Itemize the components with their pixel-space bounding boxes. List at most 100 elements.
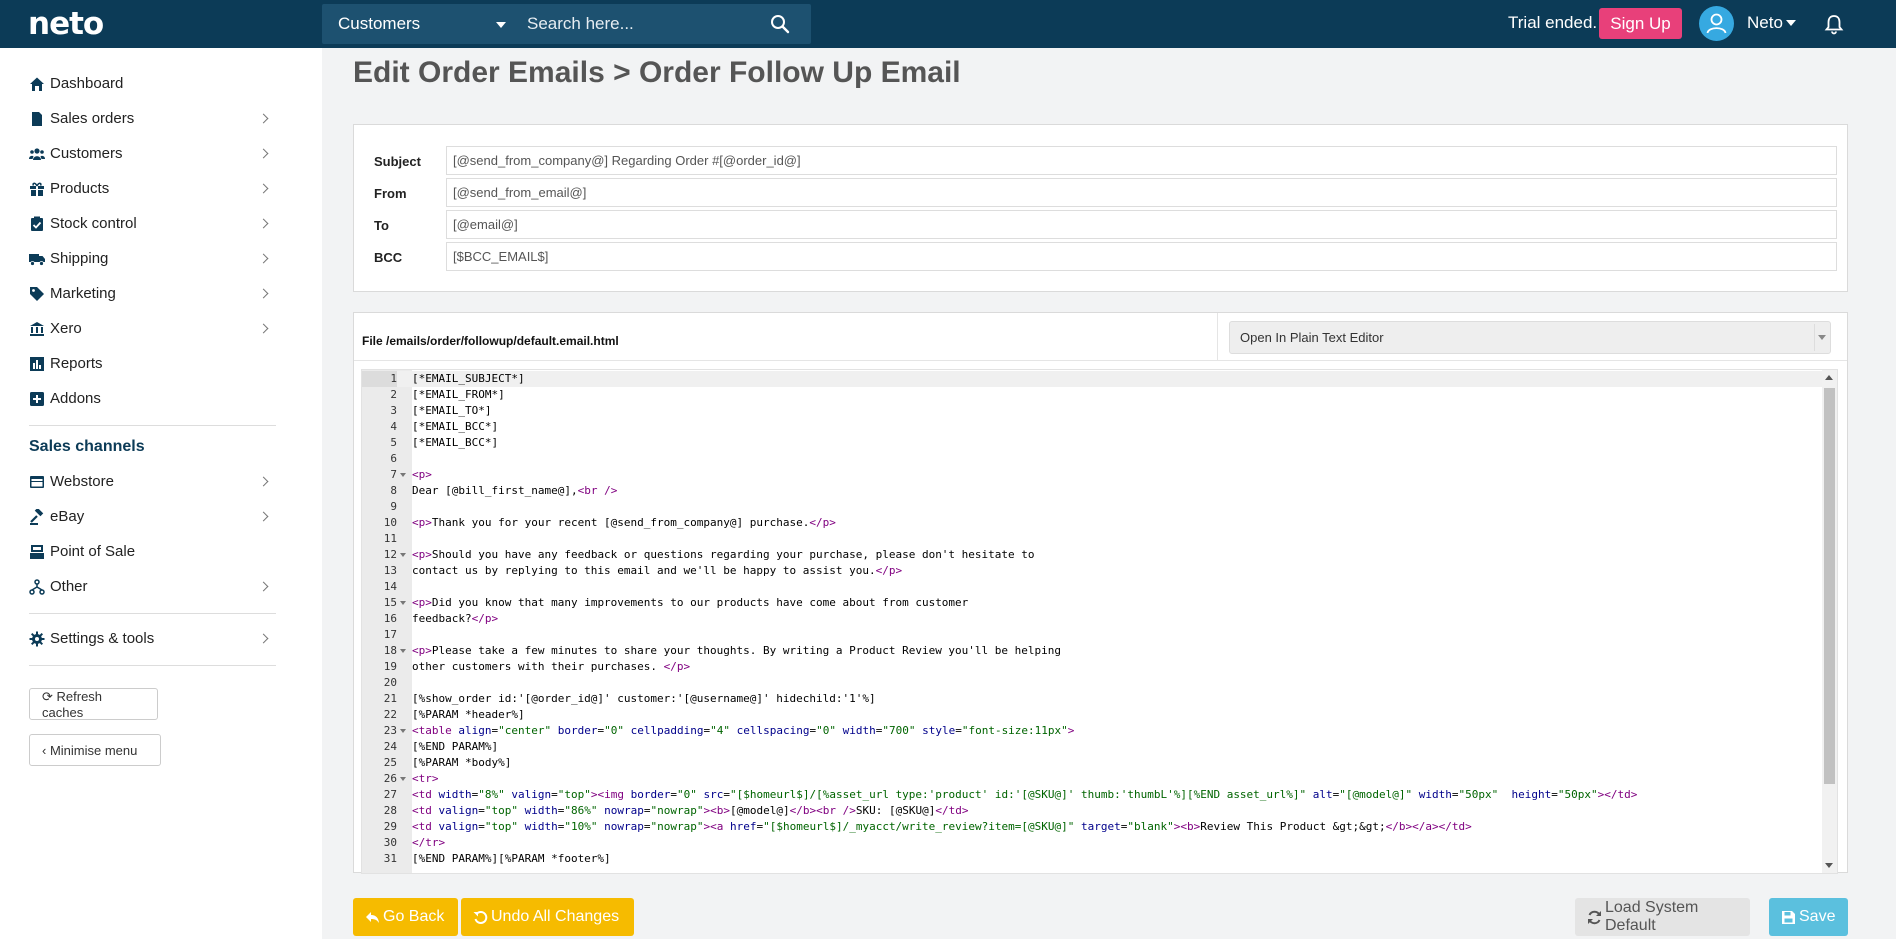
user-avatar-icon[interactable] <box>1699 6 1734 41</box>
sidebar-item-shipping[interactable]: Shipping <box>29 246 277 272</box>
sidebar-item-stock-control[interactable]: Stock control <box>29 211 277 237</box>
chevron-down-icon[interactable] <box>1786 20 1796 26</box>
panel-divider <box>354 360 1847 361</box>
code-text: [%END PARAM%][%PARAM *footer%] <box>412 852 611 865</box>
sidebar-item-label: eBay <box>50 508 85 525</box>
line-number: 12 <box>383 548 397 561</box>
search-scope-select[interactable]: Customers <box>322 4 520 44</box>
sidebar-item-label: Webstore <box>50 473 114 490</box>
line-number: 20 <box>383 676 397 689</box>
sidebar-item-label: Reports <box>50 355 103 372</box>
sidebar-item-customers[interactable]: Customers <box>29 141 277 167</box>
to-label: To <box>374 218 389 233</box>
code-line[interactable]: 16 feedback?</p> <box>362 611 1822 627</box>
undo-all-changes-button[interactable]: Undo All Changes <box>461 898 634 936</box>
line-number: 16 <box>383 612 397 625</box>
code-line[interactable]: 30 </tr> <box>362 835 1822 851</box>
code-line[interactable]: 13 contact us by replying to this email a… <box>362 563 1822 579</box>
code-line[interactable]: 23 <table align="center" border="0" cellp… <box>362 723 1822 739</box>
go-back-button[interactable]: Go Back <box>353 898 458 936</box>
fold-toggle-icon[interactable] <box>400 473 406 477</box>
sign-up-button[interactable]: Sign Up <box>1599 8 1682 39</box>
save-button[interactable]: Save <box>1769 898 1848 936</box>
scroll-down-icon[interactable] <box>1825 863 1833 868</box>
to-field[interactable] <box>446 210 1837 239</box>
search-icon[interactable] <box>770 14 790 34</box>
subject-field[interactable] <box>446 146 1837 175</box>
sidebar-item-reports[interactable]: Reports <box>29 351 277 377</box>
sidebar-item-webstore[interactable]: Webstore <box>29 469 277 495</box>
code-line[interactable]: 10 <p>Thank you for your recent [@send_fr… <box>362 515 1822 531</box>
code-line[interactable]: 29 <td valign="top" width="10%" nowrap="n… <box>362 819 1822 835</box>
code-line[interactable]: 22 [%PARAM *header%] <box>362 707 1822 723</box>
code-line[interactable]: 11 <box>362 531 1822 547</box>
search-input[interactable] <box>527 4 757 44</box>
code-text: [*EMAIL_TO*] <box>412 404 492 417</box>
sidebar-item-products[interactable]: Products <box>29 176 277 202</box>
chevron-right-icon <box>258 476 269 487</box>
sidebar-item-point-of-sale[interactable]: Point of Sale <box>29 539 277 565</box>
line-number: 25 <box>383 756 397 769</box>
sidebar-item-settings-tools[interactable]: Settings & tools <box>29 626 277 652</box>
code-line[interactable]: 1 [*EMAIL_SUBJECT*] <box>362 371 1822 387</box>
from-field[interactable] <box>446 178 1837 207</box>
sidebar-item-marketing[interactable]: Marketing <box>29 281 277 307</box>
code-line[interactable]: 2 [*EMAIL_FROM*] <box>362 387 1822 403</box>
code-line[interactable]: 19 other customers with their purchases. … <box>362 659 1822 675</box>
code-line[interactable]: 21 [%show_order id:'[@order_id@]' custome… <box>362 691 1822 707</box>
truck-icon <box>29 254 45 266</box>
code-line[interactable]: 25 [%PARAM *body%] <box>362 755 1822 771</box>
bell-icon[interactable] <box>1823 13 1845 35</box>
code-line[interactable]: 24 [%END PARAM%] <box>362 739 1822 755</box>
user-menu-name[interactable]: Neto <box>1747 13 1783 33</box>
sidebar-item-dashboard[interactable]: Dashboard <box>29 71 277 97</box>
code-line[interactable]: 3 [*EMAIL_TO*] <box>362 403 1822 419</box>
back-arrow-icon <box>366 912 379 923</box>
load-system-default-button[interactable]: Load System Default <box>1575 898 1750 936</box>
fold-toggle-icon[interactable] <box>400 553 406 557</box>
code-line[interactable]: 20 <box>362 675 1822 691</box>
code-line[interactable]: 5 [*EMAIL_BCC*] <box>362 435 1822 451</box>
bcc-field[interactable] <box>446 242 1837 271</box>
neto-logo[interactable]: neto <box>28 6 104 42</box>
scrollbar-thumb[interactable] <box>1824 388 1835 784</box>
undo-icon <box>473 911 488 924</box>
chevron-down-icon <box>1814 324 1828 351</box>
line-number: 6 <box>390 452 397 465</box>
refresh-caches-button[interactable]: ⟳ Refresh caches <box>29 688 158 720</box>
line-number: 18 <box>383 644 397 657</box>
code-line[interactable]: 8 Dear [@bill_first_name@],<br /> <box>362 483 1822 499</box>
code-line[interactable]: 28 <td valign="top" width="86%" nowrap="n… <box>362 803 1822 819</box>
code-text: [*EMAIL_BCC*] <box>412 436 499 449</box>
sidebar-item-label: Addons <box>50 390 101 407</box>
code-line[interactable]: 31 [%END PARAM%][%PARAM *footer%] <box>362 851 1822 867</box>
code-line[interactable]: 27 <td width="8%" valign="top"><img borde… <box>362 787 1822 803</box>
code-line[interactable]: 12 <p>Should you have any feedback or que… <box>362 547 1822 563</box>
code-line[interactable]: 4 [*EMAIL_BCC*] <box>362 419 1822 435</box>
line-number: 13 <box>383 564 397 577</box>
code-line[interactable]: 15 <p>Did you know that many improvements… <box>362 595 1822 611</box>
code-line[interactable]: 7 <p> <box>362 467 1822 483</box>
editor-mode-select[interactable]: Open In Plain Text Editor <box>1229 321 1831 354</box>
scroll-up-icon[interactable] <box>1825 375 1833 380</box>
fold-toggle-icon[interactable] <box>400 601 406 605</box>
bar-chart-icon <box>30 357 44 371</box>
code-editor[interactable]: 1 [*EMAIL_SUBJECT*] 2 [*EMAIL_FROM*] 3 [*EMAI… <box>361 369 1838 874</box>
sidebar-item-ebay[interactable]: eBay <box>29 504 277 530</box>
sidebar-item-sales-orders[interactable]: Sales orders <box>29 106 277 132</box>
fold-toggle-icon[interactable] <box>400 649 406 653</box>
code-line[interactable]: 6 <box>362 451 1822 467</box>
minimise-menu-button[interactable]: ‹ Minimise menu <box>29 734 161 766</box>
sidebar-item-other[interactable]: Other <box>29 574 277 600</box>
fold-toggle-icon[interactable] <box>400 777 406 781</box>
sidebar-item-xero[interactable]: Xero <box>29 316 277 342</box>
fold-toggle-icon[interactable] <box>400 729 406 733</box>
sidebar-item-addons[interactable]: Addons <box>29 386 277 412</box>
code-line[interactable]: 14 <box>362 579 1822 595</box>
code-line[interactable]: 17 <box>362 627 1822 643</box>
code-line[interactable]: 26 <tr> <box>362 771 1822 787</box>
editor-scrollbar[interactable] <box>1822 370 1837 873</box>
code-line[interactable]: 9 <box>362 499 1822 515</box>
code-line[interactable]: 18 <p>Please take a few minutes to share … <box>362 643 1822 659</box>
line-number: 19 <box>383 660 397 673</box>
